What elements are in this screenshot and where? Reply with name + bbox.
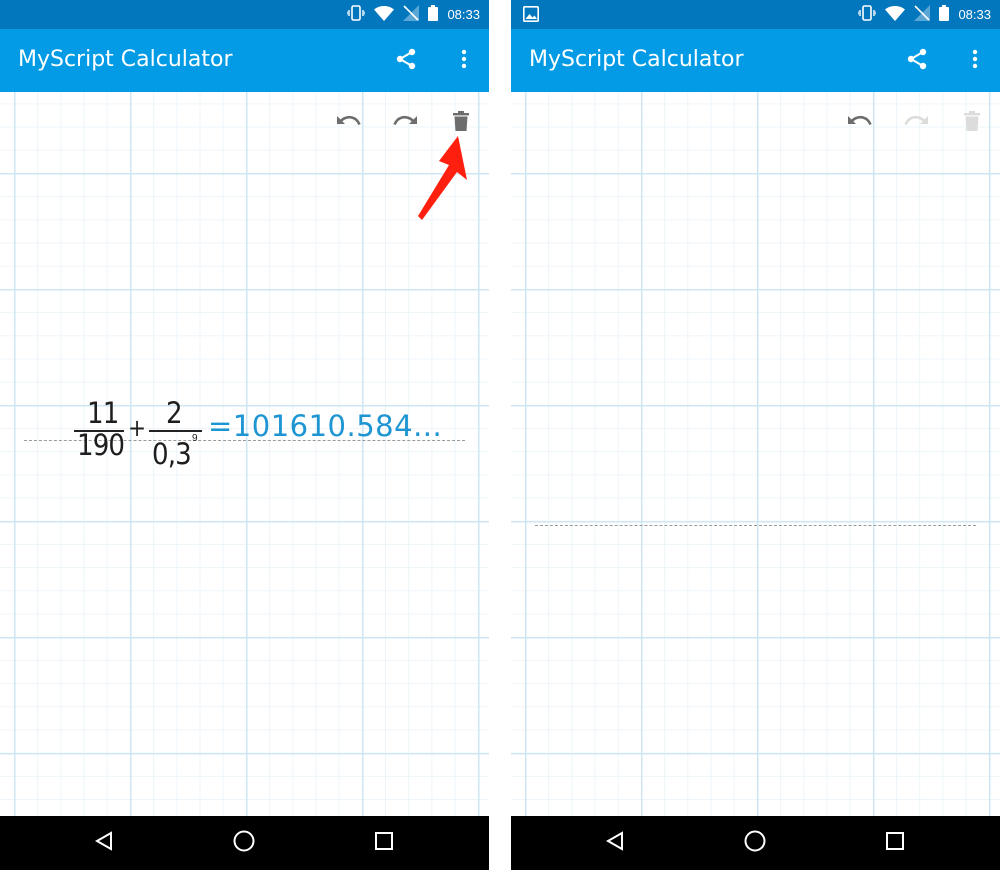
app-title: MyScript Calculator bbox=[529, 47, 744, 72]
battery-icon bbox=[428, 5, 439, 24]
more-options-button[interactable] bbox=[960, 46, 990, 76]
screen-divider bbox=[489, 0, 511, 870]
home-button[interactable] bbox=[229, 828, 259, 858]
status-bar: 08:33 bbox=[511, 0, 1000, 29]
navigation-bar bbox=[0, 816, 489, 870]
app-bar: MyScript Calculator bbox=[0, 29, 489, 92]
back-icon bbox=[94, 830, 114, 856]
status-time: 08:33 bbox=[958, 7, 991, 22]
no-signal-icon bbox=[403, 5, 420, 24]
calculation-result: =101610.584... bbox=[208, 409, 443, 443]
undo-button[interactable] bbox=[335, 109, 363, 137]
recents-button[interactable] bbox=[880, 828, 910, 858]
trash-icon bbox=[964, 110, 980, 136]
writing-baseline bbox=[535, 525, 976, 526]
share-icon bbox=[394, 47, 418, 76]
red-arrow-annotation bbox=[418, 136, 467, 220]
fraction-2-denominator: 0,3 bbox=[152, 437, 192, 471]
more-vert-icon bbox=[972, 49, 978, 74]
writing-canvas[interactable]: 11 190 + 2 0,3 9 =101610.584... bbox=[0, 92, 489, 816]
back-icon bbox=[605, 830, 625, 856]
more-vert-icon bbox=[461, 49, 467, 74]
image-icon bbox=[523, 6, 539, 25]
fraction-1-denominator: 190 bbox=[77, 428, 125, 462]
undo-button[interactable] bbox=[846, 109, 874, 137]
status-bar: 08:33 bbox=[0, 0, 489, 29]
redo-button[interactable] bbox=[902, 109, 930, 137]
home-icon bbox=[233, 830, 255, 857]
app-bar: MyScript Calculator bbox=[511, 29, 1000, 92]
fraction-2-exponent: 9 bbox=[192, 433, 198, 444]
vibrate-icon bbox=[857, 5, 878, 24]
no-signal-icon bbox=[914, 5, 931, 24]
left-screen: 08:33 MyScript Calculator 11 190 + 2 0,3… bbox=[0, 0, 489, 870]
battery-icon bbox=[939, 5, 950, 24]
vibrate-icon bbox=[346, 5, 367, 24]
redo-icon bbox=[903, 113, 929, 134]
navigation-bar bbox=[511, 816, 1000, 870]
back-button[interactable] bbox=[600, 828, 630, 858]
fraction-1-numerator: 11 bbox=[87, 396, 119, 430]
back-button[interactable] bbox=[89, 828, 119, 858]
recents-icon bbox=[375, 831, 393, 855]
home-button[interactable] bbox=[740, 828, 770, 858]
wifi-icon bbox=[885, 5, 906, 24]
undo-icon bbox=[847, 113, 873, 134]
writing-canvas[interactable] bbox=[511, 92, 1000, 816]
share-icon bbox=[905, 47, 929, 76]
status-time: 08:33 bbox=[447, 7, 480, 22]
wifi-icon bbox=[374, 5, 395, 24]
redo-icon bbox=[392, 113, 418, 134]
fraction-2-numerator: 2 bbox=[166, 396, 183, 430]
fraction-2-bar bbox=[149, 430, 202, 432]
app-title: MyScript Calculator bbox=[18, 47, 233, 72]
share-button[interactable] bbox=[902, 46, 932, 76]
recents-button[interactable] bbox=[369, 828, 399, 858]
right-screen: 08:33 MyScript Calculator bbox=[511, 0, 1000, 870]
home-icon bbox=[744, 830, 766, 857]
recents-icon bbox=[886, 831, 904, 855]
plus-operator: + bbox=[128, 414, 146, 442]
more-options-button[interactable] bbox=[449, 46, 479, 76]
share-button[interactable] bbox=[391, 46, 421, 76]
delete-button[interactable] bbox=[958, 109, 986, 137]
undo-icon bbox=[336, 113, 362, 134]
